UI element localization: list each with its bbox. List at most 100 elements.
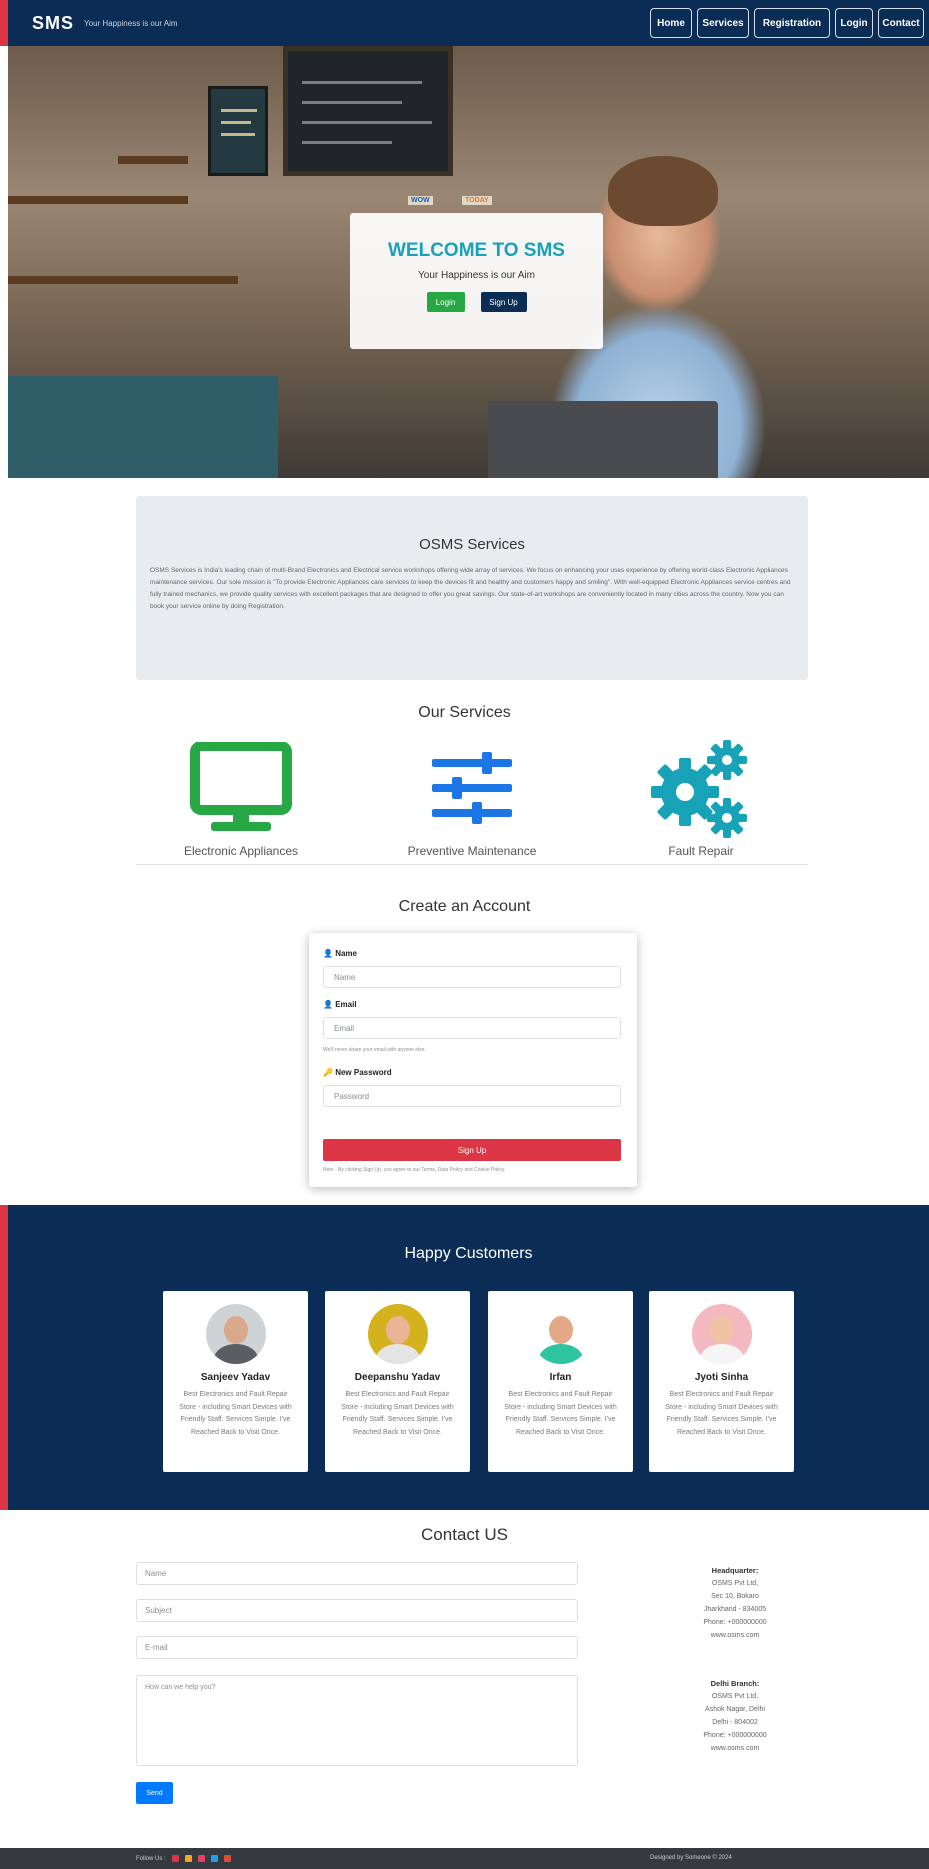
name-input[interactable]: Name bbox=[323, 966, 621, 988]
nav-registration[interactable]: Registration bbox=[754, 8, 830, 38]
office-headquarter: Headquarter: OSMS Pvt Ltd, Sec 10, Bokaro J… bbox=[640, 1564, 830, 1642]
youtube-icon[interactable] bbox=[223, 1855, 231, 1862]
signup-submit-button[interactable]: Sign Up bbox=[323, 1139, 621, 1161]
office-delhi-branch: Delhi Branch: OSMS Pvt Ltd, Ashok Nagar, D… bbox=[640, 1677, 830, 1755]
service-label: Electronic Appliances bbox=[183, 844, 299, 858]
customer-name: Deepanshu Yadav bbox=[354, 1372, 441, 1383]
office-line: Jharkhand - 834005 bbox=[703, 1606, 767, 1613]
avatar-body bbox=[375, 1344, 420, 1364]
office-title: Delhi Branch: bbox=[710, 1679, 760, 1688]
email-help-text: We'll never share your email with anyone… bbox=[323, 1047, 426, 1053]
footer-follow: Follow Us : bbox=[136, 1855, 231, 1862]
customer-name: Irfan bbox=[549, 1372, 572, 1383]
about-text: OSMS Services is India's leading chain o… bbox=[150, 567, 791, 610]
office-line: OSMS Pvt Ltd, bbox=[711, 1693, 759, 1700]
avatar-face bbox=[548, 1316, 573, 1344]
welcome-title: WELCOME TO SMS bbox=[388, 240, 565, 261]
monitor-icon bbox=[190, 741, 292, 831]
avatar-face bbox=[709, 1316, 734, 1344]
customer-testimonial: Best Electronics and Fault Repair Store … bbox=[665, 1391, 778, 1436]
nav-services[interactable]: Services bbox=[697, 8, 749, 38]
customer-name: Jyoti Sinha bbox=[694, 1372, 749, 1383]
customer-card: Irfan Best Electronics and Fault Repair S… bbox=[488, 1291, 633, 1472]
sliders-icon bbox=[432, 751, 512, 824]
password-label-text: New Password bbox=[335, 1068, 392, 1077]
navbar: SMS Your Happiness is our Aim Home Servic… bbox=[0, 0, 929, 46]
hero-shelf bbox=[8, 276, 238, 284]
brand-tagline: Your Happiness is our Aim bbox=[84, 18, 178, 28]
avatar-body bbox=[213, 1344, 258, 1364]
hero-laptop bbox=[488, 401, 718, 478]
instagram-icon[interactable] bbox=[197, 1855, 205, 1862]
email-label-text: Email bbox=[335, 1000, 357, 1009]
name-label-text: Name bbox=[335, 949, 357, 958]
terms-text: Note - By clicking Sign Up, you agree to… bbox=[323, 1167, 506, 1173]
nav-login[interactable]: Login bbox=[835, 8, 873, 38]
avatar-body bbox=[699, 1344, 744, 1364]
user-icon: 👤 bbox=[323, 949, 333, 958]
customer-name: Sanjeev Yadav bbox=[200, 1372, 271, 1383]
office-line: Delhi - 804002 bbox=[712, 1719, 758, 1726]
welcome-subtitle: Your Happiness is our Aim bbox=[418, 270, 535, 281]
happy-customers-section: Happy Customers Sanjeev Yadav Best Electr… bbox=[0, 1205, 929, 1510]
contact-send-button[interactable]: Send bbox=[136, 1782, 173, 1804]
office-title: Headquarter: bbox=[711, 1566, 759, 1575]
customer-card: Sanjeev Yadav Best Electronics and Fault … bbox=[163, 1291, 308, 1472]
customer-testimonial: Best Electronics and Fault Repair Store … bbox=[504, 1391, 617, 1436]
google-plus-icon[interactable] bbox=[184, 1855, 192, 1862]
service-fault-repair: Fault Repair bbox=[591, 735, 811, 858]
hero-person-hair bbox=[608, 156, 718, 226]
brand-logo[interactable]: SMS bbox=[32, 13, 74, 34]
customer-avatar bbox=[367, 1304, 428, 1364]
email-input[interactable]: Email bbox=[323, 1017, 621, 1039]
hero-sign bbox=[208, 86, 268, 176]
customer-avatar bbox=[530, 1304, 591, 1364]
customer-avatar bbox=[691, 1304, 752, 1364]
office-line: Phone: +000000000 bbox=[703, 1732, 767, 1739]
service-preventive-maintenance: Preventive Maintenance bbox=[362, 735, 582, 858]
follow-label: Follow Us : bbox=[136, 1855, 166, 1862]
contact-message-textarea[interactable]: How can we help you? bbox=[136, 1675, 578, 1766]
services-heading: Our Services bbox=[418, 704, 511, 721]
cogs-icon bbox=[651, 739, 747, 838]
customer-avatar bbox=[205, 1304, 266, 1364]
hero-tag-left: WOW bbox=[408, 196, 433, 205]
customer-testimonial: Best Electronics and Fault Repair Store … bbox=[341, 1391, 454, 1436]
footer: Follow Us : Designed by Someone © 2024 bbox=[0, 1848, 929, 1869]
signup-form: 👤 Name Name 👤 Email Email We'll never sh… bbox=[309, 933, 637, 1187]
nav-contact[interactable]: Contact bbox=[878, 8, 924, 38]
hero-signup-button[interactable]: Sign Up bbox=[480, 292, 527, 312]
hero-shelf bbox=[8, 196, 188, 204]
office-line: www.osms.com bbox=[710, 1745, 760, 1752]
customer-card: Deepanshu Yadav Best Electronics and Faul… bbox=[325, 1291, 470, 1472]
service-label: Fault Repair bbox=[668, 844, 734, 858]
nav-menu: Home Services Registration Login Contact bbox=[650, 8, 924, 38]
designed-by-text: Designed by Someone © 2024 bbox=[650, 1855, 732, 1861]
avatar-face bbox=[385, 1316, 410, 1344]
customer-testimonial: Best Electronics and Fault Repair Store … bbox=[179, 1391, 292, 1436]
hero-counter bbox=[8, 376, 278, 478]
facebook-icon[interactable] bbox=[171, 1855, 179, 1862]
about-title: OSMS Services bbox=[419, 536, 525, 553]
hero-login-button[interactable]: Login bbox=[426, 292, 465, 312]
key-icon: 🔑 bbox=[323, 1068, 333, 1077]
create-account-heading: Create an Account bbox=[398, 898, 531, 915]
name-label: 👤 Name bbox=[323, 949, 357, 958]
nav-home[interactable]: Home bbox=[650, 8, 692, 38]
contact-subject-input[interactable]: Subject bbox=[136, 1599, 578, 1622]
contact-name-input[interactable]: Name bbox=[136, 1562, 578, 1585]
office-line: www.osms.com bbox=[710, 1632, 760, 1639]
avatar-face bbox=[223, 1316, 248, 1344]
email-label: 👤 Email bbox=[323, 1000, 357, 1009]
welcome-box: WELCOME TO SMS Your Happiness is our Aim… bbox=[350, 213, 603, 349]
hero-shelf bbox=[118, 156, 188, 164]
avatar-body bbox=[538, 1344, 583, 1364]
customer-card: Jyoti Sinha Best Electronics and Fault Re… bbox=[649, 1291, 794, 1472]
contact-email-input[interactable]: E-mail bbox=[136, 1636, 578, 1659]
twitter-icon[interactable] bbox=[210, 1855, 218, 1862]
office-line: Phone: +000000000 bbox=[703, 1619, 767, 1626]
office-line: OSMS Pvt Ltd, bbox=[711, 1580, 759, 1587]
password-label: 🔑 New Password bbox=[323, 1068, 392, 1077]
contact-heading: Contact US bbox=[421, 1525, 508, 1544]
password-input[interactable]: Password bbox=[323, 1085, 621, 1107]
